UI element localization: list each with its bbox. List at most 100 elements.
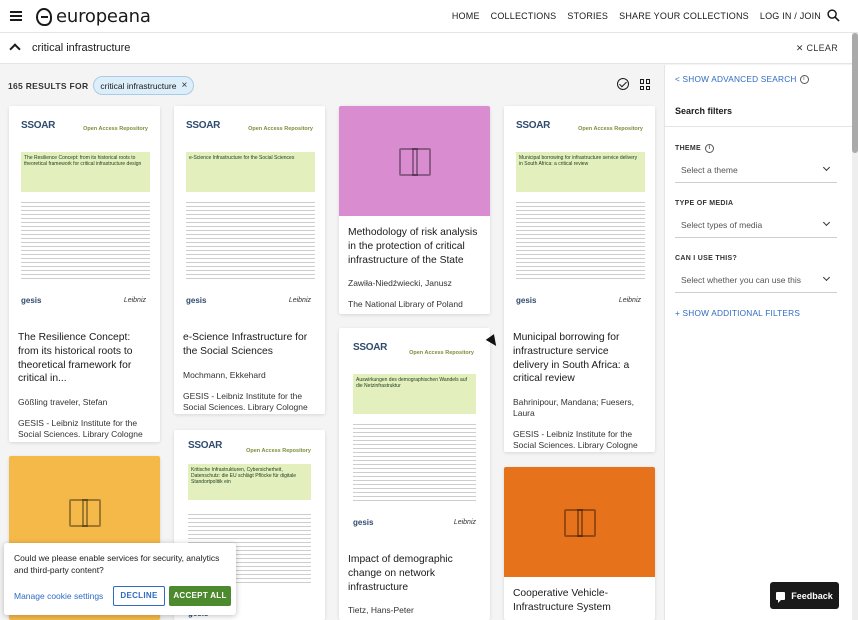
doc-title-block: Auswirkungen des demographischen Wandels… [353, 374, 476, 414]
chevron-up-icon[interactable] [9, 43, 21, 55]
doc-title: Auswirkungen des demographischen Wandels… [356, 377, 467, 389]
book-icon [68, 498, 101, 527]
main-nav: HOME COLLECTIONS STORIES SHARE YOUR COLL… [452, 11, 821, 21]
close-icon[interactable]: × [181, 80, 187, 91]
result-card[interactable]: Methodology of risk analysis in the prot… [339, 106, 490, 314]
chat-icon [776, 591, 786, 603]
europeana-logo[interactable]: europeana [36, 6, 151, 27]
result-card[interactable]: SSOAR Open Access Repository e-Science I… [174, 106, 325, 414]
nav-share-collections[interactable]: SHARE YOUR COLLECTIONS [619, 11, 749, 21]
cookie-text: Could we please enable services for secu… [14, 553, 220, 575]
cookie-banner: Could we please enable services for secu… [4, 543, 236, 615]
card-creator: Bahrinipour, Mandana; Fuesers, Laura [513, 397, 634, 419]
card-thumbnail [504, 467, 655, 577]
media-type-select[interactable]: Select types of media [675, 212, 837, 238]
doc-title-block: Municipal borrowing for infrastructure s… [516, 152, 645, 192]
result-card[interactable]: SSOAR Open Access Repository The Resilie… [9, 106, 160, 442]
reusability-select[interactable]: Select whether you can use this [675, 267, 837, 293]
chevron-down-icon [822, 218, 831, 227]
ssoar-logo: SSOAR [516, 120, 551, 131]
doc-text [353, 424, 476, 504]
theme-select[interactable]: Select a theme [675, 157, 837, 183]
chevron-down-icon [822, 273, 831, 282]
scrollbar[interactable] [852, 33, 858, 620]
doc-title: The Resilience Concept: from its histori… [24, 155, 142, 167]
repo-label: Open Access Repository [246, 448, 311, 454]
show-additional-filters-link[interactable]: + SHOW ADDITIONAL FILTERS [675, 308, 800, 318]
card-provider: The National Library of Poland [348, 299, 463, 310]
select-placeholder: Select types of media [681, 220, 763, 230]
doc-title: Municipal borrowing for infrastructure s… [519, 155, 638, 167]
doc-title-block: Kritische Infrastrukturen, Cybersicherhe… [188, 464, 311, 500]
menu-icon[interactable] [10, 11, 22, 21]
nav-home[interactable]: HOME [452, 11, 480, 21]
accept-all-button[interactable]: ACCEPT ALL [169, 586, 231, 606]
doc-signature: Leibniz [123, 297, 146, 304]
clear-button[interactable]: ✕ CLEAR [796, 43, 838, 54]
top-bar: europeana HOME COLLECTIONS STORIES SHARE… [0, 0, 858, 33]
card-title[interactable]: Cooperative Vehicle-Infrastructure Syste… [513, 587, 646, 615]
nav-stories[interactable]: STORIES [567, 11, 608, 21]
query-chip-label: critical infrastructure [100, 80, 177, 91]
chevron-down-icon [822, 163, 831, 172]
doc-signature: Leibniz [453, 519, 476, 526]
card-thumbnail [339, 106, 490, 216]
card-creator: Mochmann, Ekkehard [183, 369, 266, 380]
repo-label: Open Access Repository [248, 126, 313, 132]
filter-label: CAN I USE THIS? [675, 255, 738, 262]
card-thumbnail: SSOAR Open Access Repository Municipal b… [504, 106, 655, 313]
doc-signature: Leibniz [288, 297, 311, 304]
result-card[interactable]: SSOAR Open Access Repository Municipal b… [504, 106, 655, 452]
info-icon[interactable]: i [799, 74, 809, 84]
logo-text: europeana [56, 6, 151, 27]
info-icon[interactable]: i [705, 144, 714, 153]
card-creator: Gößling traveler, Stefan [18, 397, 108, 408]
card-title[interactable]: Municipal borrowing for infrastructure s… [513, 331, 646, 386]
ssoar-logo: SSOAR [188, 440, 223, 451]
gesis-logo: gesis [186, 296, 207, 305]
select-placeholder: Select whether you can use this [681, 275, 802, 285]
ssoar-logo: SSOAR [21, 120, 56, 131]
ssoar-logo: SSOAR [186, 120, 221, 131]
select-placeholder: Select a theme [681, 165, 738, 175]
filter-label: THEME [675, 145, 701, 152]
search-icon[interactable] [827, 9, 840, 22]
card-provider: GESIS - Leibniz Institute for the Social… [513, 429, 638, 451]
card-creator: Zawiła-Niedźwiecki, Janusz [348, 278, 452, 289]
gesis-logo: gesis [21, 296, 42, 305]
doc-title: e-Science Infrastructure for the Social … [189, 155, 295, 161]
feedback-label: Feedback [791, 590, 833, 601]
grid-view-icon[interactable] [640, 79, 651, 90]
nav-login[interactable]: LOG IN / JOIN [760, 11, 821, 21]
card-provider: GESIS - Leibniz Institute for the Social… [18, 418, 143, 440]
card-title[interactable]: The Resilience Concept: from its histori… [18, 331, 151, 386]
search-input[interactable]: critical infrastructure [32, 42, 130, 54]
card-thumbnail: SSOAR Open Access Repository The Resilie… [9, 106, 160, 313]
card-title[interactable]: Impact of demographic change on network … [348, 553, 481, 594]
gesis-logo: gesis [516, 296, 537, 305]
media-type-label: TYPE OF MEDIA [675, 200, 733, 207]
book-icon [398, 148, 431, 176]
show-advanced-search-link[interactable]: < SHOW ADVANCED SEARCH i [675, 74, 809, 84]
card-title[interactable]: Methodology of risk analysis in the prot… [348, 226, 481, 267]
repo-label: Open Access Repository [578, 126, 643, 132]
search-filters-title: Search filters [675, 106, 733, 116]
doc-signature: Leibniz [618, 297, 641, 304]
manage-cookie-settings-link[interactable]: Manage cookie settings [14, 591, 103, 601]
repo-label: Open Access Repository [409, 350, 474, 356]
card-title[interactable]: e-Science Infrastructure for the Social … [183, 331, 316, 359]
result-card[interactable]: Cooperative Vehicle-Infrastructure Syste… [504, 467, 655, 620]
filter-sidebar: < SHOW ADVANCED SEARCH i Search filters … [664, 65, 852, 620]
query-chip[interactable]: critical infrastructure × [93, 76, 195, 95]
theme-label: THEME i [675, 144, 714, 153]
nav-collections[interactable]: COLLECTIONS [491, 11, 557, 21]
feedback-button[interactable]: Feedback [770, 582, 839, 609]
scrollbar-thumb[interactable] [852, 33, 858, 153]
result-card[interactable]: SSOAR Open Access Repository Auswirkunge… [339, 328, 490, 620]
check-circle-icon[interactable] [617, 78, 629, 90]
search-bar: critical infrastructure ✕ CLEAR [0, 33, 858, 64]
doc-title: Kritische Infrastrukturen, Cybersicherhe… [191, 467, 297, 485]
europeana-logo-icon [36, 7, 52, 26]
card-creator: Tietz, Hans-Peter [348, 605, 414, 616]
decline-button[interactable]: DECLINE [113, 586, 165, 606]
